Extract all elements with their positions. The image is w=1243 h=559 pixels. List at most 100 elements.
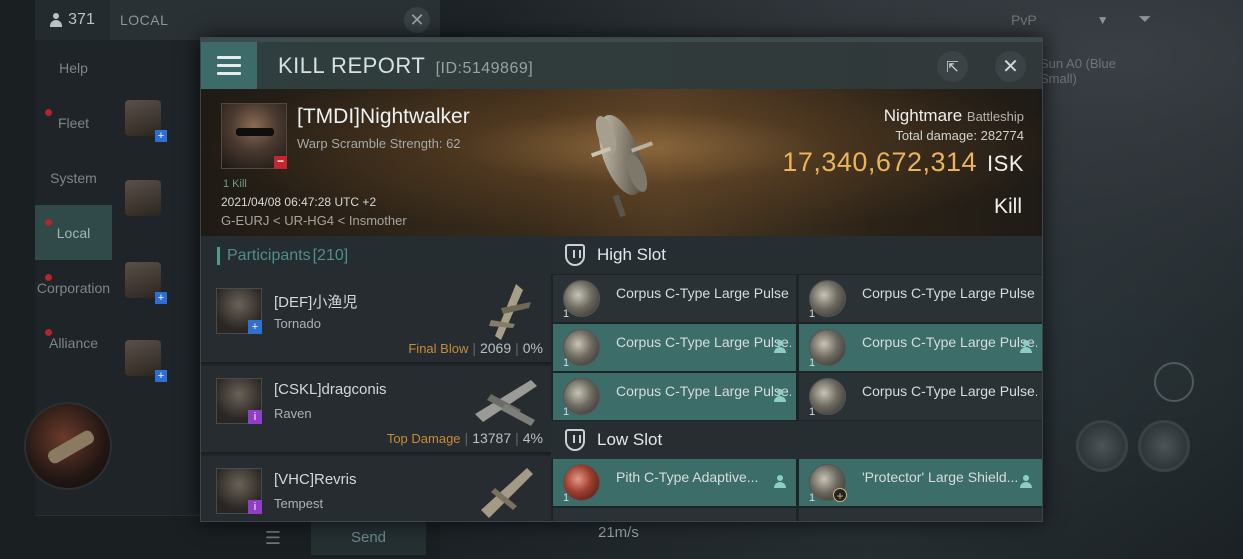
module-item[interactable]: 1 Corpus C-Type Large Pulse...: [799, 373, 1042, 420]
module-item-dropped[interactable]: 1 Pith C-Type Adaptive...: [553, 459, 796, 506]
filter-icon[interactable]: ⏷: [1139, 11, 1152, 29]
tab-fleet-label: Fleet: [57, 114, 90, 131]
overview-entry[interactable]: Sun A0 (Blue Small): [1040, 56, 1140, 86]
participant-percent: 0%: [522, 340, 543, 356]
person-icon: [1020, 475, 1032, 489]
tab-alliance[interactable]: Alliance: [35, 315, 112, 370]
module-name: 'Protector' Large Shield...: [862, 469, 1019, 485]
module-qty: 1: [563, 308, 570, 320]
module-slot[interactable]: [1076, 420, 1128, 472]
online-count[interactable]: 371: [35, 0, 110, 40]
tab-local[interactable]: Local: [35, 205, 112, 260]
chat-avatar[interactable]: +: [125, 340, 167, 382]
plus-icon: +: [155, 370, 167, 382]
info-badge-icon: i: [248, 410, 262, 424]
chat-menu-icon[interactable]: ☰: [255, 523, 291, 553]
participant-avatar[interactable]: +: [216, 288, 262, 334]
kill-result: Kill: [993, 195, 1022, 218]
chat-avatar[interactable]: +: [125, 262, 167, 304]
participant-avatar[interactable]: i: [216, 468, 262, 514]
send-button[interactable]: Send: [311, 520, 426, 555]
pvp-filter-label[interactable]: PvP: [1011, 12, 1037, 28]
module-qty: 1: [563, 492, 570, 504]
chat-close-icon[interactable]: ✕: [404, 7, 430, 33]
chat-avatar[interactable]: [125, 180, 161, 216]
module-item-dropped[interactable]: 1 Corpus C-Type Large Pulse...: [553, 373, 796, 420]
tab-corporation-label: Corporation: [36, 279, 111, 296]
chat-header: 371 LOCAL ✕: [35, 0, 440, 40]
low-slot-header: Low Slot: [551, 421, 1042, 459]
alert-dot: [45, 219, 52, 226]
alert-dot: [45, 274, 52, 281]
participant-row[interactable]: i [VHC]Revris Tempest: [201, 456, 551, 521]
chevron-down-icon[interactable]: ▼: [1097, 13, 1109, 27]
module-name: Corpus C-Type Large Pulse...: [616, 383, 791, 399]
kill-location: G-EURJ < UR-HG4 < Insmother: [221, 213, 407, 228]
participant-ship: Raven: [274, 406, 312, 421]
person-icon: [774, 475, 786, 489]
kill-report-dialog: KILL REPORT [ID:5149869] ⇱ ✕ − [TMDI]Nig…: [200, 37, 1043, 522]
kill-report-header: KILL REPORT [ID:5149869] ⇱ ✕: [201, 38, 1042, 89]
module-qty: 1: [563, 357, 570, 369]
module-item[interactable]: 1 Corpus C-Type Large Pulse ...: [799, 275, 1042, 322]
module-name: Pith C-Type Adaptive...: [616, 469, 759, 485]
shield-slot-icon: [565, 429, 585, 451]
victim-ship-image: [590, 115, 654, 218]
alert-dot: [45, 329, 52, 336]
module-item-dropped[interactable]: 1 Corpus C-Type Large Pulse...: [799, 324, 1042, 371]
chat-avatar[interactable]: +: [125, 100, 167, 142]
participant-ship: Tornado: [274, 316, 321, 331]
tab-alliance-label: Alliance: [48, 334, 99, 351]
module-item[interactable]: 1 Corpus C-Type Large Pulse ...: [553, 275, 796, 322]
alert-dot: [45, 109, 52, 116]
victim-avatar[interactable]: −: [221, 103, 287, 169]
chat-tabs: Help Fleet System Local Corporation Alli…: [35, 40, 112, 370]
tab-help[interactable]: Help: [35, 40, 112, 95]
participant-row[interactable]: i [CSKL]dragconis Raven Top Damage | 13787…: [201, 366, 551, 454]
module-qty: 1: [809, 406, 816, 418]
module-item[interactable]: [553, 508, 796, 521]
tab-fleet[interactable]: Fleet: [35, 95, 112, 150]
person-icon: [774, 389, 786, 403]
plus-icon: +: [155, 130, 167, 142]
victim-name: [TMDI]Nightwalker: [297, 105, 470, 128]
participants-header: Participants [210]: [201, 236, 551, 276]
total-damage-label: Total damage:: [895, 128, 977, 143]
warp-scramble-strength: Warp Scramble Strength: 62: [297, 136, 461, 151]
participants-count: [210]: [312, 247, 349, 264]
isk-unit: ISK: [987, 151, 1024, 176]
participant-name: [VHC]Revris: [274, 471, 357, 488]
module-item[interactable]: [799, 508, 1042, 521]
module-name: Corpus C-Type Large Pulse ...: [616, 285, 791, 301]
participant-name: [CSKL]dragconis: [274, 381, 387, 398]
participant-stats: Top Damage | 13787 | 4%: [386, 430, 543, 446]
plus-icon: +: [155, 292, 167, 304]
share-icon[interactable]: ⇱: [937, 51, 968, 82]
total-damage-value: 282774: [980, 128, 1024, 143]
module-item-dropped[interactable]: + 1 'Protector' Large Shield...: [799, 459, 1042, 506]
participant-avatar[interactable]: i: [216, 378, 262, 424]
hostile-badge: −: [274, 155, 287, 169]
person-icon: [774, 340, 786, 354]
victim-summary: − [TMDI]Nightwalker Warp Scramble Streng…: [201, 89, 1042, 236]
fitting-panel: High Slot 1 Corpus C-Type Large Pulse ..…: [551, 236, 1042, 521]
tab-corporation[interactable]: Corporation: [35, 260, 112, 315]
total-damage: Total damage: 282774: [895, 128, 1024, 143]
menu-icon[interactable]: [201, 42, 257, 89]
participant-tag: Final Blow: [408, 341, 469, 356]
high-slot-header: High Slot: [551, 236, 1042, 274]
tab-local-label: Local: [56, 224, 91, 241]
module-slot[interactable]: [1138, 420, 1190, 472]
tab-system[interactable]: System: [35, 150, 112, 205]
module-item-dropped[interactable]: 1 Corpus C-Type Large Pulse...: [553, 324, 796, 371]
isk-amount: 17,340,672,314: [782, 147, 978, 177]
player-avatar[interactable]: [24, 402, 112, 490]
kill-datetime: 2021/04/08 06:47:28 UTC +2: [221, 195, 377, 209]
online-count-value: 371: [68, 11, 95, 28]
swap-icon[interactable]: [1154, 362, 1194, 402]
victim-ship: Nightmare Battleship: [884, 106, 1024, 126]
victim-kill-count: 1 Kill: [223, 178, 247, 190]
participant-row[interactable]: + [DEF]小渔児 Tornado Final Blow | 2069 | 0%: [201, 276, 551, 364]
close-icon[interactable]: ✕: [995, 51, 1026, 82]
module-name: Corpus C-Type Large Pulse...: [616, 334, 791, 350]
